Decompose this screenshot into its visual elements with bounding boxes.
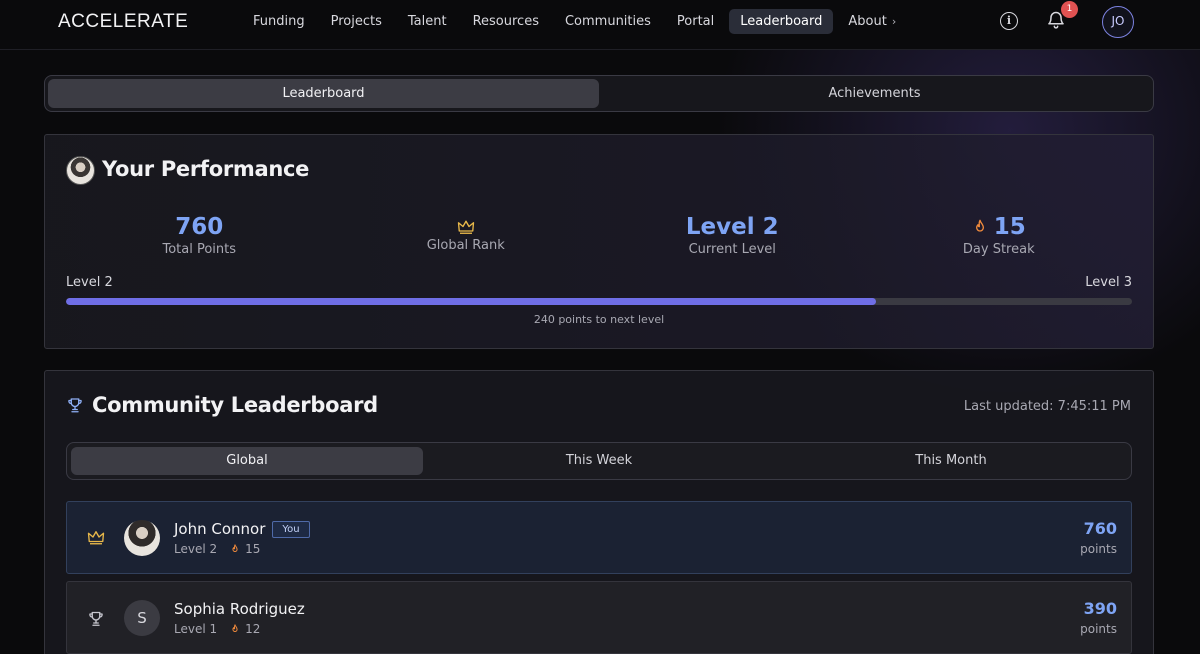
trophy-icon bbox=[68, 398, 82, 413]
crown-icon bbox=[87, 531, 105, 545]
day-streak-number: 15 bbox=[993, 214, 1026, 240]
stat-global-rank: Global Rank bbox=[333, 213, 600, 257]
nav-label: Portal bbox=[676, 14, 715, 29]
leaderboard-row[interactable]: John Connor You Level 2 15 760 points bbox=[66, 501, 1132, 574]
tab-leaderboard[interactable]: Leaderboard bbox=[48, 79, 599, 108]
player-points: 390 points bbox=[1080, 599, 1117, 636]
performance-panel: Your Performance 760 Total Points Global… bbox=[44, 134, 1154, 349]
tab-global[interactable]: Global bbox=[71, 447, 423, 475]
nav-label: Resources bbox=[472, 14, 539, 29]
brand-logo[interactable]: ACCELERATE bbox=[58, 11, 188, 33]
nav-label: About bbox=[848, 14, 887, 29]
day-streak-value: 15 bbox=[866, 213, 1133, 241]
nav-projects[interactable]: Projects bbox=[320, 9, 393, 34]
player-level: Level 2 bbox=[174, 542, 218, 556]
player-name: John Connor You bbox=[174, 520, 310, 538]
chevron-right-icon: › bbox=[891, 15, 897, 28]
performance-stats: 760 Total Points Global Rank Level 2 Cur… bbox=[66, 213, 1132, 257]
nav-leaderboard[interactable]: Leaderboard bbox=[729, 9, 834, 34]
leaderboard-row[interactable]: S Sophia Rodriguez Level 1 12 390 points bbox=[66, 581, 1132, 654]
points-label: points bbox=[1080, 542, 1117, 556]
points-label: points bbox=[1080, 622, 1117, 636]
tab-this-month[interactable]: This Month bbox=[775, 447, 1127, 475]
nav-label: Funding bbox=[253, 14, 305, 29]
community-title: Community Leaderboard bbox=[92, 393, 378, 417]
player-streak: 15 bbox=[245, 542, 261, 556]
top-navigation-bar: ACCELERATE Funding Projects Talent Resou… bbox=[0, 0, 1200, 50]
nav-label: Projects bbox=[330, 14, 382, 29]
flame-icon bbox=[232, 624, 238, 632]
points-value: 390 bbox=[1083, 599, 1117, 618]
stat-total-points: 760 Total Points bbox=[66, 213, 333, 257]
you-badge: You bbox=[272, 520, 310, 538]
player-name: Sophia Rodriguez bbox=[174, 600, 305, 618]
nav-portal[interactable]: Portal bbox=[666, 9, 725, 34]
nav-resources[interactable]: Resources bbox=[462, 9, 550, 34]
nav-label: Communities bbox=[564, 14, 651, 29]
main-nav: Funding Projects Talent Resources Commun… bbox=[242, 9, 907, 34]
player-points: 760 points bbox=[1080, 519, 1117, 556]
performance-title: Your Performance bbox=[102, 157, 310, 181]
notification-count-badge: 1 bbox=[1061, 1, 1078, 18]
stat-day-streak: 15 Day Streak bbox=[866, 213, 1133, 257]
trophy-icon bbox=[89, 611, 103, 626]
player-name-text: Sophia Rodriguez bbox=[174, 600, 305, 618]
total-points-label: Total Points bbox=[162, 242, 237, 257]
total-points-value: 760 bbox=[175, 214, 224, 240]
global-rank-value bbox=[333, 213, 600, 241]
flame-icon bbox=[232, 544, 238, 552]
player-meta: Level 1 12 bbox=[174, 622, 260, 636]
flame-icon bbox=[975, 219, 984, 232]
notifications-button[interactable]: 1 bbox=[1046, 1, 1078, 32]
level-progress-fill bbox=[66, 298, 877, 305]
player-streak: 12 bbox=[245, 622, 261, 636]
avatar bbox=[124, 520, 160, 556]
timeframe-tabs: Global This Week This Month bbox=[66, 442, 1132, 480]
global-rank-label: Global Rank bbox=[426, 238, 505, 253]
points-value: 760 bbox=[1083, 519, 1117, 538]
nav-label: Talent bbox=[407, 14, 447, 29]
progress-note: 240 points to next level bbox=[533, 313, 665, 326]
nav-communities[interactable]: Communities bbox=[554, 9, 662, 34]
player-level: Level 1 bbox=[174, 622, 218, 636]
nav-about[interactable]: About › bbox=[837, 9, 907, 34]
tab-this-week[interactable]: This Week bbox=[423, 447, 775, 475]
nav-talent[interactable]: Talent bbox=[397, 9, 458, 34]
main-tabs: Leaderboard Achievements bbox=[44, 75, 1154, 112]
user-avatar-button[interactable]: JO bbox=[1102, 6, 1134, 38]
stat-current-level: Level 2 Current Level bbox=[599, 213, 866, 257]
level-progress-bar bbox=[66, 298, 1132, 305]
current-level-label: Current Level bbox=[688, 242, 776, 257]
avatar: S bbox=[124, 600, 160, 636]
last-updated: Last updated: 7:45:11 PM bbox=[963, 399, 1131, 414]
nav-funding[interactable]: Funding bbox=[242, 9, 316, 34]
player-name-text: John Connor bbox=[174, 520, 266, 538]
nav-label: Leaderboard bbox=[740, 14, 823, 29]
progress-to-level: Level 3 bbox=[1085, 275, 1132, 290]
progress-from-level: Level 2 bbox=[66, 275, 113, 290]
avatar bbox=[66, 156, 95, 185]
community-leaderboard-panel: Community Leaderboard Last updated: 7:45… bbox=[44, 370, 1154, 654]
day-streak-label: Day Streak bbox=[962, 242, 1035, 257]
player-meta: Level 2 15 bbox=[174, 542, 260, 556]
current-level-value: Level 2 bbox=[685, 214, 779, 240]
info-icon[interactable]: i bbox=[1000, 12, 1018, 30]
crown-icon bbox=[457, 220, 474, 234]
tab-achievements[interactable]: Achievements bbox=[599, 79, 1150, 108]
